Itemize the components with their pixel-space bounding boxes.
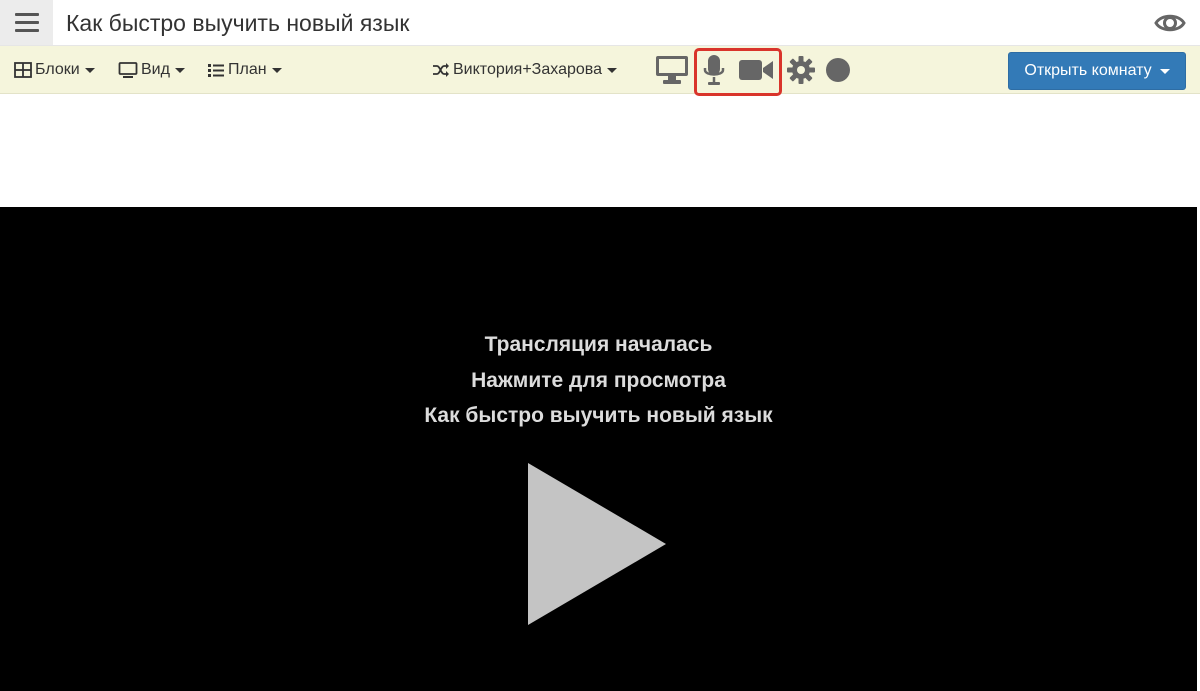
hamburger-menu-icon-line bbox=[14, 29, 39, 32]
hamburger-menu-icon-line bbox=[14, 21, 39, 24]
grid-icon bbox=[14, 62, 32, 78]
hamburger-menu-icon bbox=[14, 13, 39, 16]
app-root: Как быстро выучить новый язык Блоки Вид bbox=[0, 0, 1200, 691]
view-menu-label: Вид bbox=[141, 61, 170, 78]
page-title: Как быстро выучить новый язык bbox=[66, 10, 410, 36]
list-icon bbox=[208, 64, 224, 77]
plan-menu-label: План bbox=[228, 61, 267, 78]
gear-icon[interactable] bbox=[785, 54, 817, 86]
open-room-label: Открыть комнату bbox=[1024, 62, 1152, 79]
stream-title-text: Как быстро выучить новый язык bbox=[424, 404, 773, 427]
presenter-label: Виктория+Захарова bbox=[453, 61, 602, 78]
menu-button[interactable] bbox=[0, 0, 53, 45]
open-room-button[interactable]: Открыть комнату bbox=[1008, 52, 1186, 90]
monitor-small-icon bbox=[118, 62, 138, 78]
stream-started-text: Трансляция началась bbox=[484, 333, 713, 356]
video-camera-icon[interactable] bbox=[737, 54, 775, 86]
presenter-menu[interactable]: Виктория+Захарова bbox=[432, 46, 617, 94]
chevron-down-icon bbox=[606, 67, 617, 73]
video-player[interactable]: Трансляция началась Нажмите для просмотр… bbox=[0, 207, 1197, 691]
view-menu[interactable]: Вид bbox=[118, 46, 185, 94]
plan-menu[interactable]: План bbox=[207, 46, 282, 94]
play-icon[interactable] bbox=[528, 463, 668, 625]
eye-icon[interactable] bbox=[1153, 8, 1187, 38]
record-circle-icon[interactable] bbox=[824, 54, 852, 86]
chevron-down-icon bbox=[84, 67, 95, 73]
title-bar: Как быстро выучить новый язык bbox=[0, 0, 1200, 46]
chevron-down-icon bbox=[1159, 68, 1170, 74]
shuffle-icon bbox=[433, 63, 449, 77]
monitor-icon[interactable] bbox=[654, 54, 690, 86]
microphone-icon[interactable] bbox=[702, 54, 726, 86]
chevron-down-icon bbox=[271, 67, 282, 73]
click-to-watch-text: Нажмите для просмотра bbox=[471, 369, 726, 392]
blocks-menu[interactable]: Блоки bbox=[14, 46, 95, 94]
chevron-down-icon bbox=[174, 67, 185, 73]
blocks-menu-label: Блоки bbox=[35, 61, 80, 78]
